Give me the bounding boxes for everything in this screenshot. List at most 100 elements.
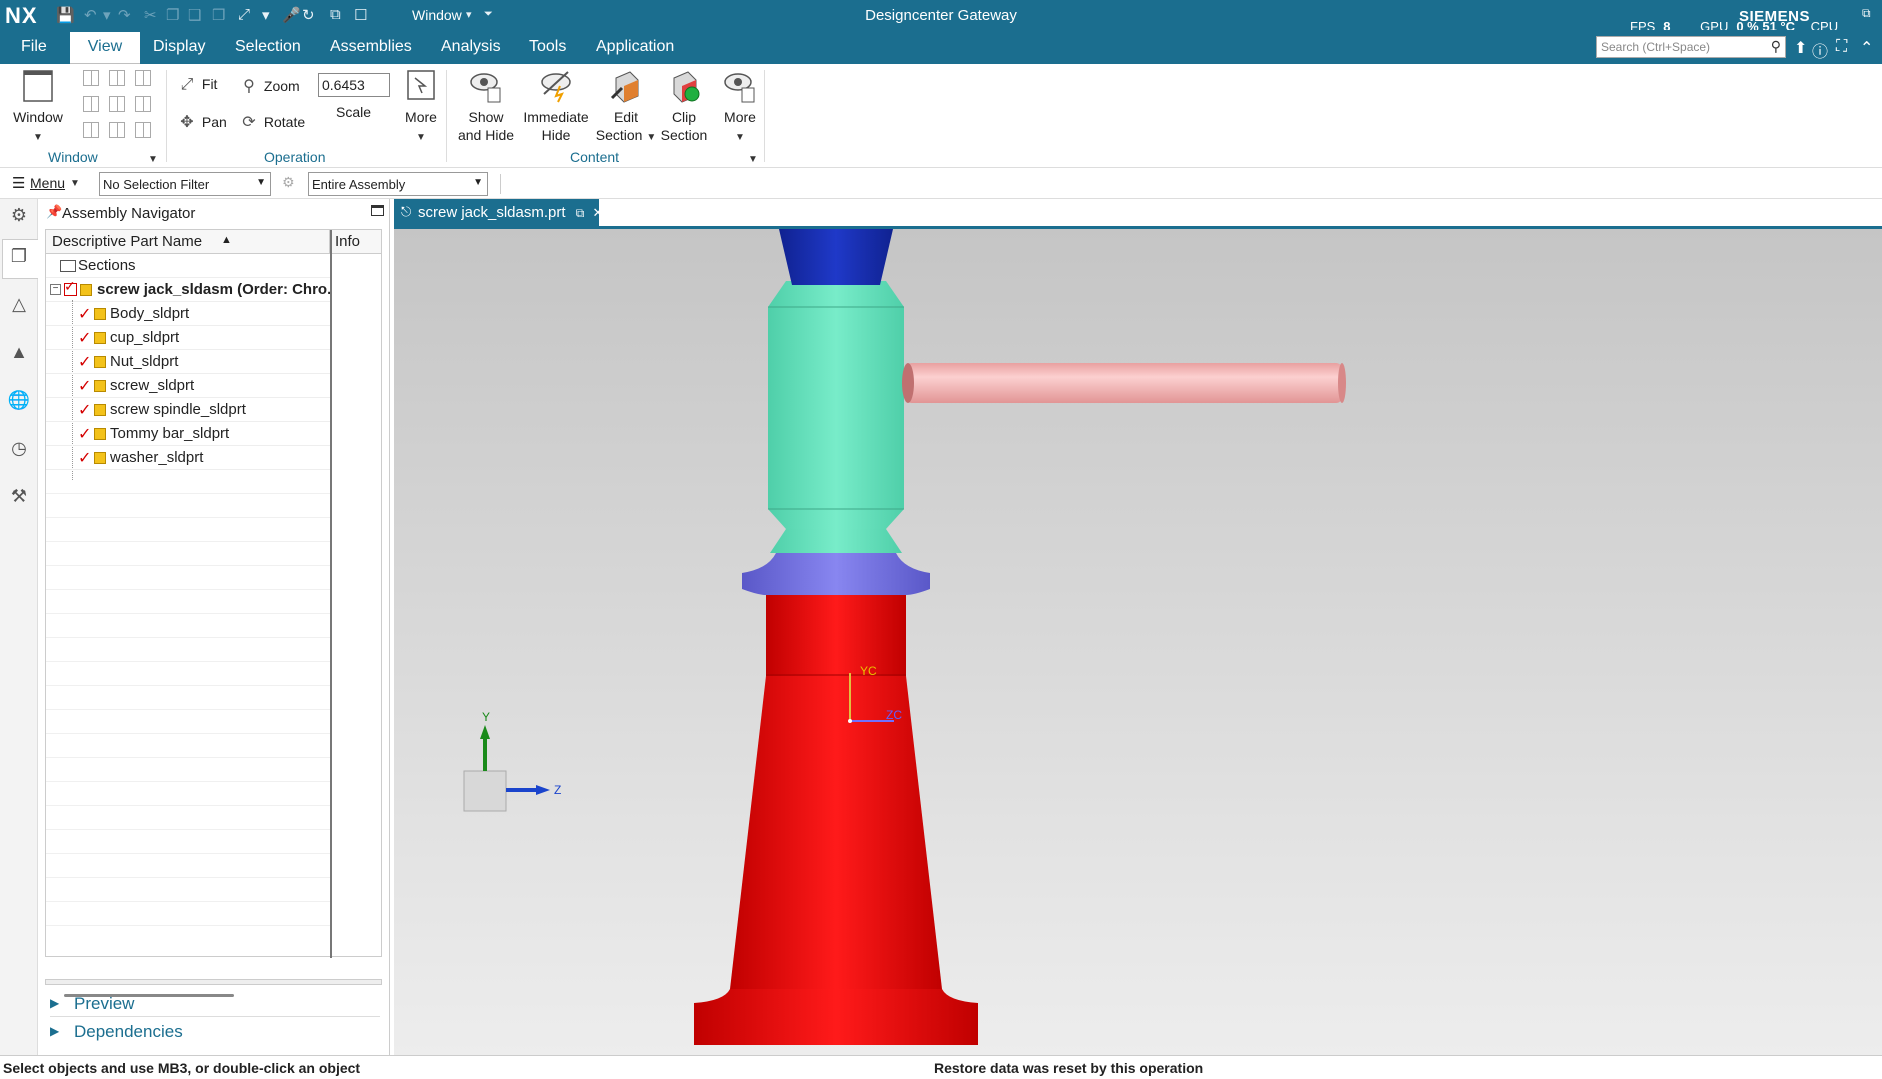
show-and-hide-button[interactable]: Show and Hide <box>454 68 518 144</box>
dependencies-section[interactable]: ▶ Dependencies <box>50 1019 380 1045</box>
nut-part[interactable] <box>768 281 904 553</box>
scale-input[interactable]: 0.6453 <box>318 73 390 97</box>
undock-icon[interactable]: ⧉ <box>576 206 585 220</box>
fit-button[interactable]: ⤢ Fit <box>176 76 218 94</box>
maximize-icon[interactable] <box>371 205 384 216</box>
column-descriptive-part-name[interactable]: Descriptive Part Name <box>52 233 202 250</box>
tree-row-root-assembly[interactable]: − ✓ screw jack_sldasm (Order: Chro... <box>46 278 330 302</box>
filter-reset-icon[interactable]: ⚙ <box>282 174 295 191</box>
tab-view[interactable]: View <box>70 32 140 66</box>
tommy-bar-part[interactable] <box>902 363 1346 403</box>
more-views-icon <box>403 68 439 104</box>
layout-two-vertical-icon[interactable] <box>109 70 125 86</box>
layout-three-bottom-icon[interactable] <box>109 122 125 138</box>
content-more-button[interactable]: More ▼ <box>714 68 766 147</box>
layout-three-right-icon[interactable] <box>109 96 125 112</box>
pan-button[interactable]: ✥ Pan <box>176 112 227 132</box>
layout-six-icon[interactable] <box>135 122 151 138</box>
rotate-button[interactable]: ⟳ Rotate <box>238 112 305 132</box>
tree-row-part[interactable]: ✓ cup_sldprt <box>46 326 330 350</box>
tree-row-sections[interactable]: Sections <box>46 254 330 278</box>
command-search-input[interactable]: Search (Ctrl+Space) ⚲ <box>1596 36 1786 58</box>
tab-application[interactable]: Application <box>596 38 674 56</box>
window-group-expand-icon[interactable]: ▼ <box>148 154 158 165</box>
rotate-icon: ⟳ <box>242 114 256 131</box>
layout-single-icon[interactable] <box>83 70 99 86</box>
zoom-button[interactable]: ⚲ Zoom <box>238 76 300 96</box>
column-divider[interactable] <box>330 230 332 958</box>
checkmark-icon[interactable]: ✓ <box>78 328 91 348</box>
tab-analysis[interactable]: Analysis <box>441 38 501 56</box>
content-group-expand-icon[interactable]: ▼ <box>748 154 758 165</box>
navigator-splitter[interactable] <box>45 979 382 985</box>
settings-gear-icon[interactable]: ⚙ <box>7 205 31 229</box>
part-navigator-icon[interactable]: ▲ <box>7 342 31 366</box>
checkmark-icon[interactable]: ✓ <box>78 352 91 372</box>
tab-tools[interactable]: Tools <box>529 38 566 56</box>
body-part[interactable] <box>694 594 978 1045</box>
cup-part[interactable] <box>772 229 900 285</box>
model-view[interactable]: YC ZC Y Z <box>394 229 1882 1055</box>
pin-icon[interactable]: 📌 <box>46 204 62 220</box>
edit-section-label-2: Section <box>595 127 643 143</box>
menu-button[interactable]: Menu <box>30 175 65 191</box>
tree-row-part[interactable]: ✓ Body_sldprt <box>46 302 330 326</box>
restore-window-icon[interactable]: ⧉ <box>1862 6 1871 21</box>
web-browser-icon[interactable]: 🌐 <box>7 390 31 414</box>
tab-file[interactable]: File <box>21 38 47 56</box>
help-icon[interactable]: ⓘ <box>1812 38 1828 62</box>
preview-section[interactable]: ▶ Preview <box>50 991 380 1017</box>
tools-icon[interactable]: ⚒ <box>7 486 31 510</box>
minimize-ribbon-icon[interactable]: ⌃ <box>1860 38 1873 58</box>
search-icon[interactable]: ⚲ <box>1771 38 1781 55</box>
tree-row-part[interactable]: ✓ Nut_sldprt <box>46 350 330 374</box>
ribbon-separator <box>446 70 447 162</box>
layout-two-horizontal-icon[interactable] <box>135 70 151 86</box>
document-tab[interactable]: ⎋ screw jack_sldasm.prt ⧉ ✕ <box>394 199 603 227</box>
checkmark-icon[interactable]: ✓ <box>78 424 91 444</box>
layout-three-left-icon[interactable] <box>83 96 99 112</box>
tab-assemblies[interactable]: Assemblies <box>330 38 412 56</box>
checkmark-icon[interactable]: ✓ <box>78 304 91 324</box>
assembly-navigator-icon[interactable]: ❐ <box>7 246 31 270</box>
zoom-icon: ⚲ <box>243 78 255 95</box>
hamburger-icon[interactable]: ☰ <box>12 174 25 192</box>
operation-more-label: More <box>405 109 437 125</box>
sort-ascending-icon[interactable]: ▲ <box>221 234 232 246</box>
close-tab-icon[interactable]: ✕ <box>592 205 603 220</box>
collapse-ribbon-icon[interactable]: ⬆ <box>1794 38 1807 58</box>
title-bar: NX 💾 ↶ ▾ ↷ ✂ ❐ ❑ ❒ ⤢ ▾ 🎤 ↻ ⧉ ☐ Window ▾ … <box>0 0 1882 34</box>
operation-more-button[interactable]: More ▼ <box>400 68 442 147</box>
edit-section-icon <box>608 68 644 104</box>
graphics-viewport[interactable]: YC ZC Y Z <box>394 229 1882 1055</box>
edit-section-button[interactable]: Edit Section ▼ <box>594 68 658 147</box>
constraint-navigator-icon[interactable]: △ <box>7 294 31 318</box>
selection-scope-dropdown[interactable]: Entire Assembly ▼ <box>308 172 488 196</box>
menu-caret-icon[interactable]: ▼ <box>70 178 80 189</box>
tree-row-part[interactable]: ✓ screw spindle_sldprt <box>46 398 330 422</box>
tab-display[interactable]: Display <box>153 38 205 56</box>
tree-row-part[interactable]: ✓ Tommy bar_sldprt <box>46 422 330 446</box>
column-info[interactable]: Info <box>335 233 360 250</box>
washer-part[interactable] <box>742 553 930 595</box>
checkmark-icon[interactable]: ✓ <box>78 376 91 396</box>
view-triad[interactable]: Y Z <box>463 710 561 812</box>
checkmark-icon[interactable]: ✓ <box>78 448 91 468</box>
tree-row-part[interactable]: ✓ washer_sldprt <box>46 446 330 470</box>
full-screen-icon[interactable]: ⛶ <box>1836 38 1847 56</box>
tab-selection[interactable]: Selection <box>235 38 301 56</box>
clip-section-button[interactable]: Clip Section <box>658 68 710 144</box>
empty-row <box>46 470 330 494</box>
selection-filter-dropdown[interactable]: No Selection Filter ▼ <box>99 172 271 196</box>
checkmark-icon[interactable]: ✓ <box>78 400 91 420</box>
immediate-hide-button[interactable]: Immediate Hide <box>520 68 592 144</box>
empty-row <box>46 518 330 542</box>
window-button[interactable]: Window ▼ <box>10 68 66 147</box>
empty-row <box>46 686 330 710</box>
tree-row-part[interactable]: ✓ screw_sldprt <box>46 374 330 398</box>
layout-four-icon[interactable] <box>135 96 151 112</box>
layout-three-top-icon[interactable] <box>83 122 99 138</box>
collapse-icon[interactable]: − <box>50 284 61 295</box>
history-clock-icon[interactable]: ◷ <box>7 438 31 462</box>
empty-row <box>46 542 330 566</box>
